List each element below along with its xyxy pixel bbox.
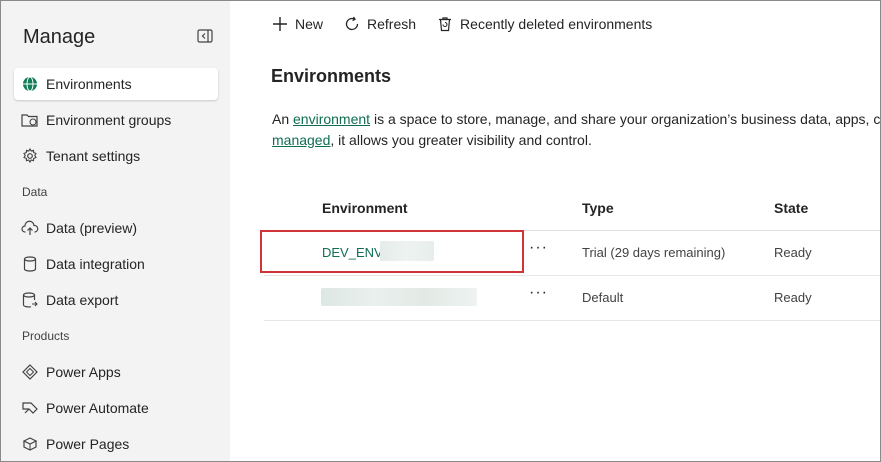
cloud-upload-icon xyxy=(20,218,40,238)
gear-icon xyxy=(20,146,40,166)
column-header-environment[interactable]: Environment xyxy=(322,200,408,216)
desc-text: is a space to store, manage, and share y… xyxy=(370,111,881,127)
power-apps-icon xyxy=(20,362,40,382)
command-bar: New Refresh Recently deleted environment… xyxy=(271,13,672,35)
environment-state: Ready xyxy=(774,245,812,260)
desc-text: , it allows you greater visibility and c… xyxy=(330,132,592,148)
column-header-type[interactable]: Type xyxy=(582,200,614,216)
section-label-products: Products xyxy=(22,329,70,343)
sidebar-item-power-automate[interactable]: Power Automate xyxy=(14,392,218,424)
sidebar-item-label: Power Apps xyxy=(46,364,121,380)
environment-type: Default xyxy=(582,290,624,305)
sidebar-item-label: Power Pages xyxy=(46,436,130,452)
refresh-button[interactable]: Refresh xyxy=(343,15,416,33)
database-icon xyxy=(20,254,40,274)
app-window: Manage Environments Environment groups T… xyxy=(0,0,881,462)
sidebar-item-power-pages[interactable]: Power Pages xyxy=(14,428,218,460)
sidebar-item-label: Environment groups xyxy=(46,112,172,128)
redacted-environment-name[interactable] xyxy=(321,288,477,306)
globe-icon xyxy=(20,74,40,94)
sidebar-item-environment-groups[interactable]: Environment groups xyxy=(14,104,218,136)
desc-text: An xyxy=(272,111,294,127)
power-pages-icon xyxy=(20,434,40,454)
environment-link[interactable]: environment xyxy=(293,111,370,127)
sidebar: Manage Environments Environment groups T… xyxy=(1,1,230,461)
sidebar-item-label: Data export xyxy=(46,292,119,308)
environment-state: Ready xyxy=(774,290,812,305)
more-actions-icon[interactable]: ··· xyxy=(529,239,548,257)
database-export-icon xyxy=(20,290,40,310)
new-button[interactable]: New xyxy=(271,15,323,33)
more-actions-icon[interactable]: ··· xyxy=(529,284,548,302)
sidebar-item-label: Power Automate xyxy=(46,400,149,416)
sidebar-item-label: Environments xyxy=(46,76,132,92)
environment-groups-icon xyxy=(20,110,40,130)
page-title: Environments xyxy=(271,66,392,86)
sidebar-item-power-apps[interactable]: Power Apps xyxy=(14,356,218,388)
highlight-box xyxy=(260,230,524,273)
collapse-sidebar-icon[interactable] xyxy=(197,28,213,44)
sidebar-item-environments[interactable]: Environments xyxy=(14,68,218,100)
section-label-data: Data xyxy=(22,185,48,199)
sidebar-title: Manage xyxy=(23,26,96,48)
refresh-button-label: Refresh xyxy=(367,16,417,32)
sidebar-item-tenant-settings[interactable]: Tenant settings xyxy=(14,140,218,172)
recently-deleted-label: Recently deleted environments xyxy=(460,16,653,32)
sidebar-item-label: Tenant settings xyxy=(46,148,141,164)
sidebar-item-data-preview[interactable]: Data (preview) xyxy=(14,212,218,244)
sidebar-item-data-integration[interactable]: Data integration xyxy=(14,248,218,280)
power-automate-icon xyxy=(20,398,40,418)
environment-type: Trial (29 days remaining) xyxy=(582,245,726,260)
page-description: An environment is a space to store, mana… xyxy=(272,109,881,151)
recently-deleted-button[interactable]: Recently deleted environments xyxy=(436,15,652,33)
sidebar-item-data-export[interactable]: Data export xyxy=(14,284,218,316)
sidebar-item-label: Data integration xyxy=(46,256,145,272)
plus-icon xyxy=(271,15,289,33)
recycle-bin-icon xyxy=(436,15,454,33)
managed-link[interactable]: managed xyxy=(272,132,330,148)
refresh-icon xyxy=(343,15,361,33)
sidebar-item-label: Data (preview) xyxy=(46,220,138,236)
new-button-label: New xyxy=(295,16,324,32)
column-header-state[interactable]: State xyxy=(774,200,808,216)
